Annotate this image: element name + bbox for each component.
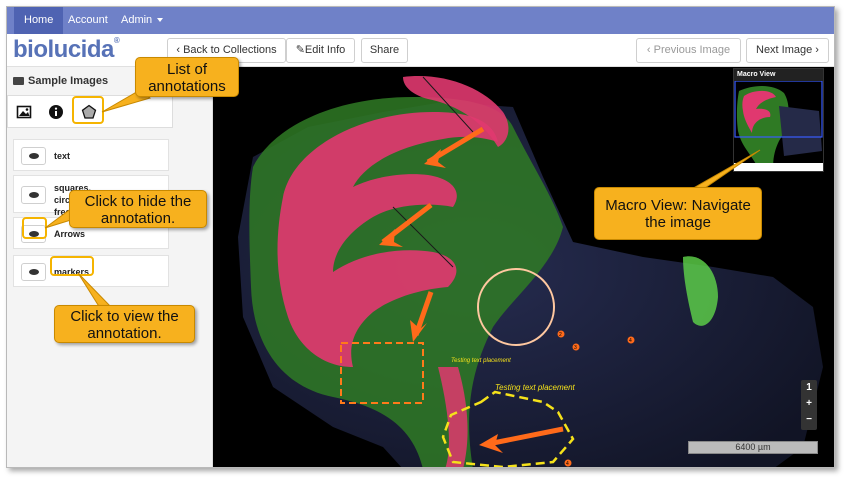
eye-toggle-button[interactable] (21, 147, 46, 165)
marker-label: 4 (629, 338, 632, 344)
eye-icon (29, 153, 39, 159)
pencil-icon: ✎ (295, 44, 305, 56)
back-label: Back to Collections (183, 44, 277, 56)
scale-bar: 6400 µm (688, 441, 818, 454)
macro-view-panel[interactable]: Macro View (733, 68, 824, 172)
caret-down-icon (157, 18, 164, 23)
callout-macro-view: Macro View: Navigate the image (594, 187, 762, 240)
marker-label: 2 (559, 332, 562, 338)
next-image-button[interactable]: Next Image › (746, 38, 829, 63)
zoom-control: 1 + − (801, 380, 817, 430)
text-annotation-small: Testing text placement (451, 358, 511, 364)
chevron-left-icon: ‹ (646, 44, 654, 56)
eye-icon (29, 192, 39, 198)
nav-home[interactable]: Home (14, 7, 64, 34)
brand-logo-text: biolucida (13, 36, 114, 63)
previous-image-button[interactable]: ‹ Previous Image (636, 38, 741, 63)
image-icon[interactable] (16, 104, 32, 120)
macro-thumbnail (734, 81, 823, 171)
nav-admin[interactable]: Admin (111, 7, 173, 34)
toolbar: biolucida® ‹ Back to Collections ✎Edit I… (7, 34, 834, 67)
annotation-item-text: text (13, 139, 169, 171)
zoom-out-button[interactable]: − (801, 412, 817, 428)
prev-label: Previous Image (653, 44, 731, 56)
annotation-label: Arrows (54, 229, 86, 239)
eye-icon (29, 269, 39, 275)
nav-account[interactable]: Account (58, 7, 118, 34)
callout-list-of-annotations: List of annotations (135, 57, 239, 97)
marker-label: 4 (566, 461, 569, 467)
eye-toggle-button[interactable] (21, 263, 46, 281)
edit-info-button[interactable]: ✎Edit Info (286, 38, 355, 63)
highlight-markers-label (50, 256, 94, 276)
next-label: Next Image (756, 44, 813, 56)
highlight-annotations-tab (72, 96, 104, 124)
macro-view-title: Macro View (734, 69, 823, 81)
sidebar-title-text: Sample Images (28, 75, 109, 87)
image-viewer[interactable]: Testing text placement Testing text plac… (213, 67, 834, 467)
zoom-in-button[interactable]: + (801, 396, 817, 412)
sidebar: Sample Images text squares, circles, fre… (7, 67, 213, 467)
sidebar-title: Sample Images (13, 75, 108, 87)
brand-reg-mark: ® (113, 36, 120, 45)
chevron-right-icon: › (812, 44, 819, 56)
info-icon[interactable] (48, 104, 64, 120)
callout-view-annotation: Click to view the annotation. (54, 305, 195, 343)
marker-label: 3 (574, 345, 577, 351)
callout-hide-annotation: Click to hide the annotation. (69, 190, 207, 228)
text-annotation-large: Testing text placement (495, 383, 576, 392)
nav-admin-label: Admin (121, 14, 153, 26)
edit-label: Edit Info (304, 44, 346, 56)
folder-icon (13, 77, 24, 86)
annotation-label: text (54, 151, 71, 161)
highlight-eye-button (22, 217, 47, 239)
eye-toggle-button[interactable] (21, 186, 46, 204)
zoom-level: 1 (806, 382, 812, 393)
top-navbar: Home Account Admin (7, 7, 834, 34)
share-button[interactable]: Share (361, 38, 408, 63)
brand-logo: biolucida® (13, 36, 120, 64)
